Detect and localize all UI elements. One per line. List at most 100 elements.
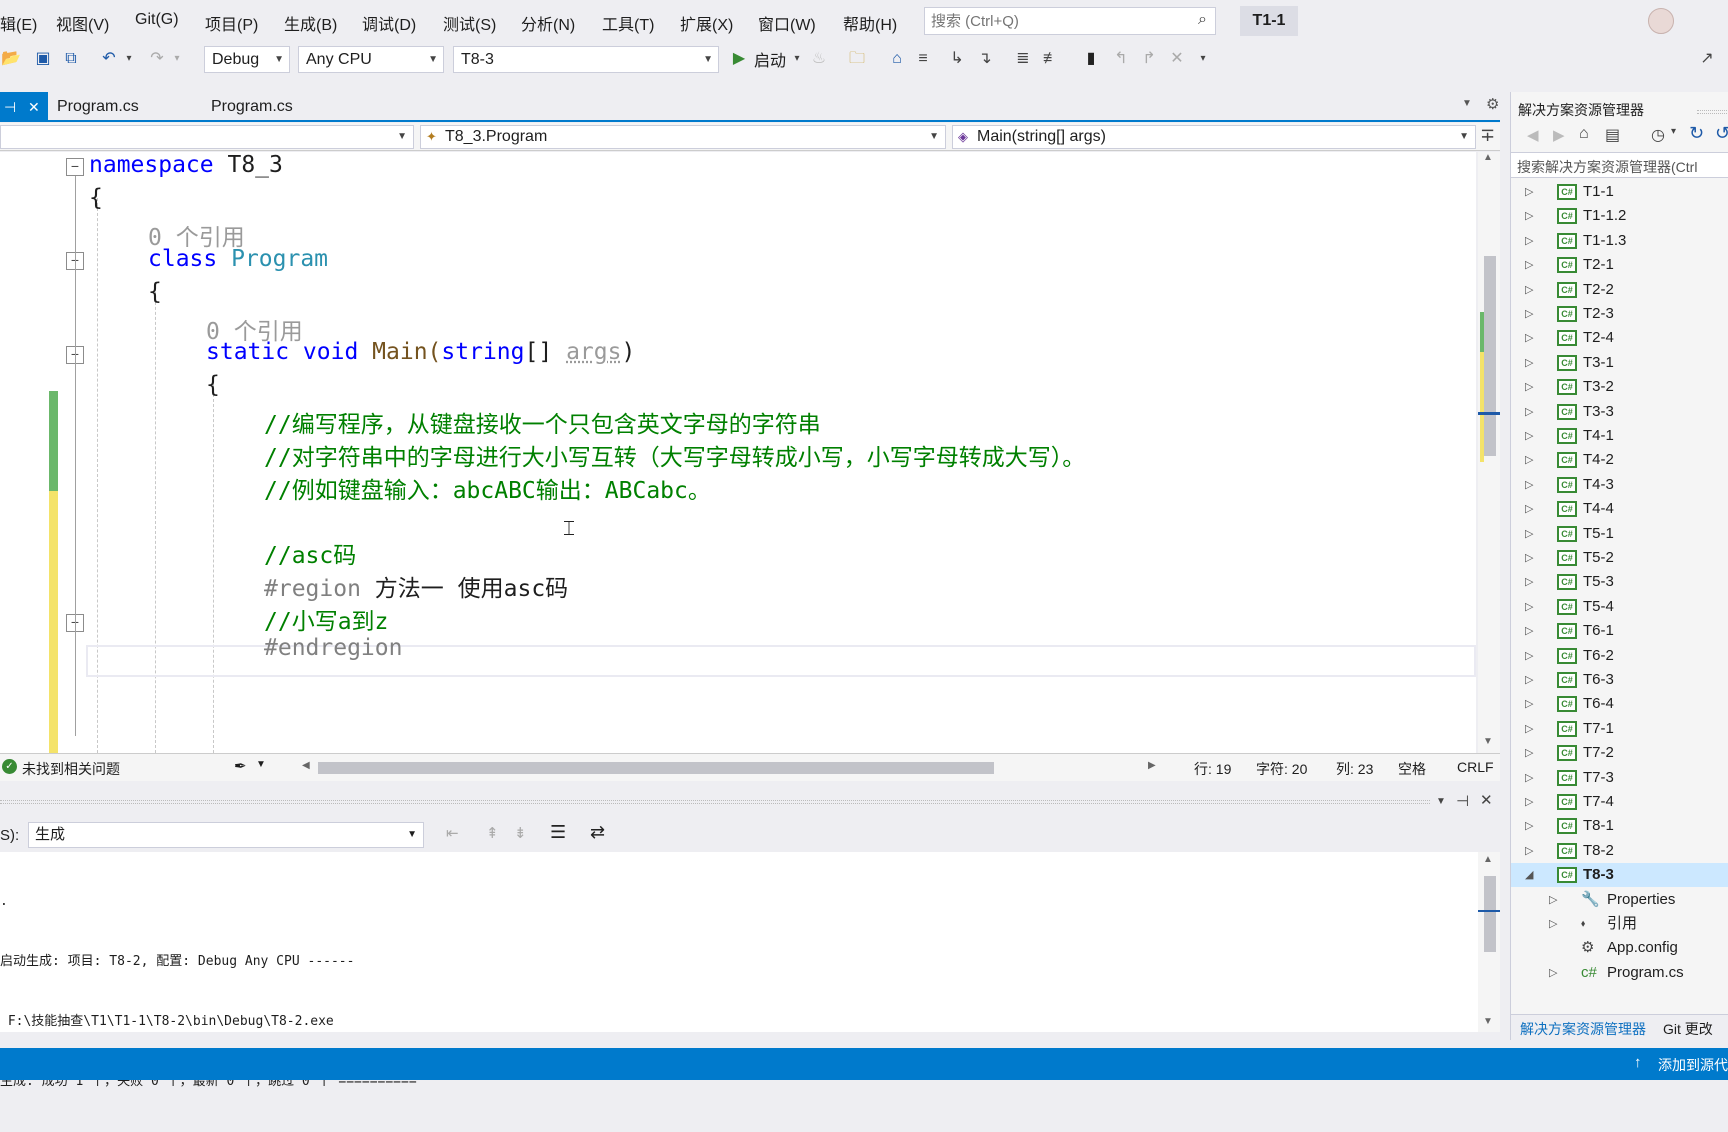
menu-edit[interactable]: 辑(E) (0, 11, 37, 35)
menu-extensions[interactable]: 扩展(X) (680, 11, 733, 35)
menu-tools[interactable]: 工具(T) (602, 11, 654, 35)
forward-icon[interactable]: ▶ (1553, 126, 1565, 144)
collapsed-arrow-icon[interactable]: ▷ (1525, 814, 1533, 838)
collapsed-arrow-icon[interactable]: ▷ (1525, 375, 1533, 399)
fold-toggle-namespace[interactable]: − (66, 158, 84, 176)
scroll-down-icon[interactable]: ▼ (1483, 736, 1493, 747)
collapsed-arrow-icon[interactable]: ▷ (1525, 351, 1533, 375)
tree-item-project[interactable]: ▷ C# T2-4 (1511, 326, 1728, 350)
member-dropdown[interactable]: ◈ Main(string[] args) ▼ (952, 125, 1476, 149)
step-over-icon[interactable]: ↴ (974, 48, 996, 70)
collapsed-arrow-icon[interactable]: ▷ (1525, 595, 1533, 619)
settings-gear-icon[interactable]: ⚙ (1486, 95, 1499, 113)
pin-icon[interactable]: ⊣ (1456, 792, 1469, 810)
collapsed-arrow-icon[interactable]: ▷ (1525, 473, 1533, 497)
tab-program-cs-1[interactable]: Program.cs (57, 92, 139, 122)
tree-item-project[interactable]: ▷ C# T2-1 (1511, 253, 1728, 277)
tree-item-project-selected[interactable]: ◢ C# T8-3 (1511, 863, 1728, 888)
tree-item-project[interactable]: ▷ C# T3-1 (1511, 351, 1728, 375)
chevron-down-icon[interactable]: ▼ (256, 759, 266, 770)
find-message-icon[interactable]: ⇤ (446, 824, 459, 842)
collapsed-arrow-icon[interactable]: ▷ (1525, 400, 1533, 424)
collapsed-arrow-icon[interactable]: ▷ (1549, 912, 1557, 936)
issues-status[interactable]: 未找到相关问题 (22, 759, 120, 779)
scroll-down-icon[interactable]: ▼ (1483, 1016, 1493, 1027)
save-icon[interactable]: ▣ (32, 48, 54, 70)
tree-item-project[interactable]: ▷ C# T6-3 (1511, 668, 1728, 692)
add-to-source-control-button[interactable]: 添加到源代 (1658, 1055, 1728, 1075)
output-text-area[interactable]: . 启动生成: 项目: T8-2, 配置: Debug Any CPU ----… (0, 852, 1478, 1089)
avatar[interactable] (1648, 8, 1674, 34)
collapsed-arrow-icon[interactable]: ▷ (1525, 424, 1533, 448)
switch-views-icon[interactable]: ▤ (1605, 125, 1620, 145)
collapsed-arrow-icon[interactable]: ▷ (1525, 644, 1533, 668)
undo-icon[interactable]: ↶ (98, 48, 120, 70)
close-icon[interactable]: ✕ (28, 92, 40, 122)
tree-item-project[interactable]: ▷ C# T5-1 (1511, 522, 1728, 546)
line-ending-indicator[interactable]: CRLF (1457, 759, 1494, 775)
collapsed-arrow-icon[interactable]: ▷ (1525, 326, 1533, 350)
tab-program-cs-2[interactable]: Program.cs (211, 92, 293, 122)
tree-item-project[interactable]: ▷ C# T6-1 (1511, 619, 1728, 643)
tree-item-project[interactable]: ▷ C# T6-2 (1511, 644, 1728, 668)
tree-item-project[interactable]: ▷ C# T7-4 (1511, 790, 1728, 814)
menu-help[interactable]: 帮助(H) (843, 11, 897, 35)
output-source-select[interactable]: 生成 ▼ (28, 822, 424, 848)
collapsed-arrow-icon[interactable]: ▷ (1525, 546, 1533, 570)
menu-analyze[interactable]: 分析(N) (521, 11, 575, 35)
next-message-icon[interactable]: ⇟ (514, 824, 527, 842)
prev-message-icon[interactable]: ⇞ (486, 824, 499, 842)
tree-item-project[interactable]: ▷ C# T7-2 (1511, 741, 1728, 765)
redo-dropdown-icon[interactable]: ▾ (166, 48, 188, 70)
uncomment-icon[interactable]: ≢ (1040, 48, 1062, 70)
collapsed-arrow-icon[interactable]: ▷ (1525, 204, 1533, 228)
collapsed-arrow-icon[interactable]: ▷ (1525, 302, 1533, 326)
tree-item-project[interactable]: ▷ C# T8-1 (1511, 814, 1728, 838)
panel-menu-dropdown-icon[interactable]: ▼ (1436, 796, 1446, 807)
tree-item-project[interactable]: ▷ C# T4-4 (1511, 497, 1728, 521)
word-wrap-icon[interactable]: ⇄ (590, 822, 605, 843)
tab-list-dropdown-icon[interactable]: ▼ (1462, 98, 1472, 109)
tab-git-changes[interactable]: Git 更改 (1663, 1019, 1713, 1039)
tree-item-project[interactable]: ▷ C# T4-3 (1511, 473, 1728, 497)
tree-item-project[interactable]: ▷ C# T5-2 (1511, 546, 1728, 570)
tree-item-project[interactable]: ▷ C# T1-1 (1511, 180, 1728, 204)
scrollbar-thumb[interactable] (1484, 876, 1496, 952)
redo-icon[interactable]: ↷ (146, 48, 168, 70)
tree-item-project[interactable]: ▷ C# T3-2 (1511, 375, 1728, 399)
class-dropdown[interactable]: ✦ T8_3.Program ▼ (420, 125, 946, 149)
tree-item-project[interactable]: ▷ C# T5-3 (1511, 570, 1728, 594)
horizontal-scrollbar-thumb[interactable] (318, 762, 994, 774)
find-in-files-icon[interactable]: 🗀 (846, 48, 868, 70)
sync-icon[interactable]: ↺ (1715, 123, 1728, 144)
home-icon[interactable]: ⌂ (1579, 125, 1589, 143)
undo-dropdown-icon[interactable]: ▾ (118, 48, 140, 70)
brush-icon[interactable]: ✒ (234, 757, 247, 775)
collapsed-arrow-icon[interactable]: ▷ (1525, 766, 1533, 790)
solution-search-input[interactable]: 搜索解决方案资源管理器(Ctrl (1517, 157, 1697, 177)
platform-select[interactable]: Any CPU ▼ (298, 46, 444, 73)
collapsed-arrow-icon[interactable]: ▷ (1525, 668, 1533, 692)
solution-search-box[interactable]: 搜索解决方案资源管理器(Ctrl (1511, 152, 1728, 178)
menu-test[interactable]: 测试(S) (443, 11, 496, 35)
share-icon[interactable]: ↗ (1696, 48, 1718, 70)
project-dropdown[interactable]: ▼ (0, 125, 414, 149)
split-editor-icon[interactable]: ∓ (1480, 125, 1495, 146)
expanded-arrow-icon[interactable]: ◢ (1525, 863, 1533, 887)
tree-item-app-config[interactable]: ▷⚙App.config (1511, 936, 1728, 960)
next-bookmark-icon[interactable]: ↱ (1138, 48, 1160, 70)
tree-item-project[interactable]: ▷ C# T2-3 (1511, 302, 1728, 326)
collapsed-arrow-icon[interactable]: ▷ (1525, 741, 1533, 765)
scroll-up-icon[interactable]: ▲ (1483, 152, 1493, 163)
collapsed-arrow-icon[interactable]: ▷ (1525, 717, 1533, 741)
collapsed-arrow-icon[interactable]: ▷ (1525, 497, 1533, 521)
menu-project[interactable]: 项目(P) (205, 11, 258, 35)
chevron-down-icon[interactable]: ▾ (1671, 126, 1676, 137)
open-folder-icon[interactable]: 📂 (0, 48, 22, 70)
tree-item-program-cs[interactable]: ▷ c# Program.cs (1511, 961, 1728, 985)
editor-scrollbar-track[interactable]: ▲ ▼ (1478, 152, 1500, 753)
collapsed-arrow-icon[interactable]: ▷ (1525, 229, 1533, 253)
save-all-icon[interactable]: ⧉ (60, 48, 82, 70)
collapsed-arrow-icon[interactable]: ▷ (1525, 253, 1533, 277)
search-input[interactable] (925, 8, 1175, 34)
